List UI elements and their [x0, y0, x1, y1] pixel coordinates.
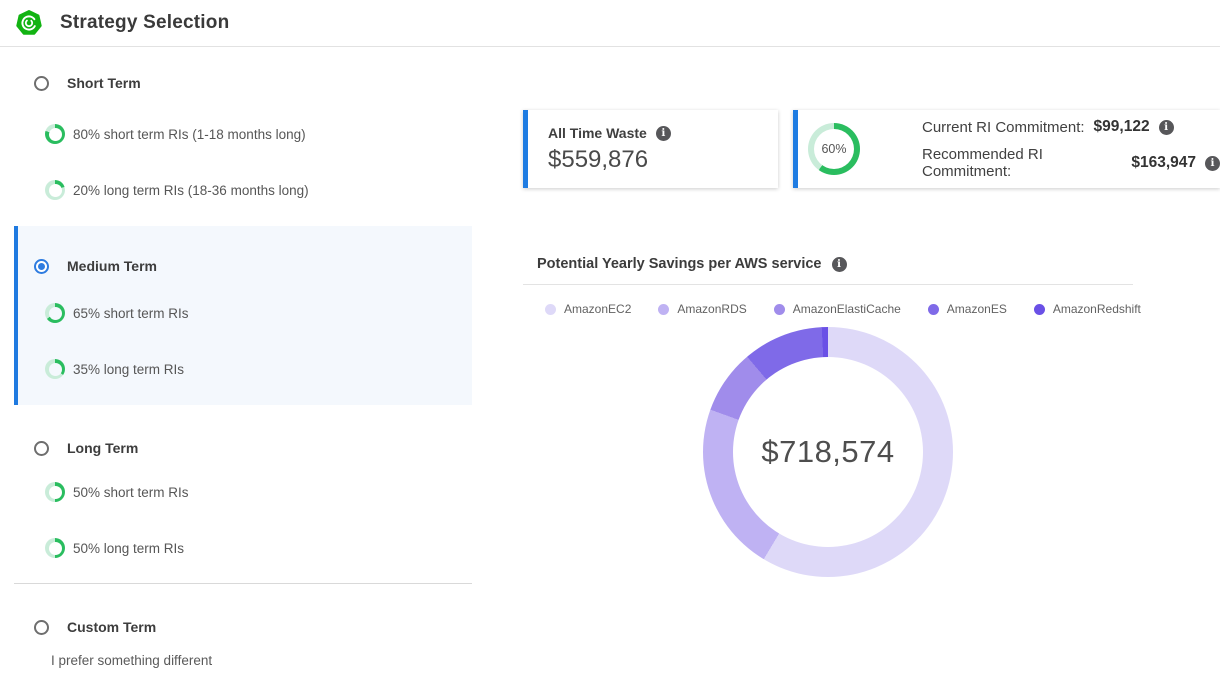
current-ri-commitment-row: Current RI Commitment: $99,122 i	[922, 118, 1220, 136]
progress-ring-icon	[45, 303, 65, 323]
strategy-option-short-term[interactable]: Short Term	[14, 73, 472, 93]
progress-ring-icon	[45, 180, 65, 200]
custom-term-description: I prefer something different	[14, 653, 472, 668]
progress-ring-icon	[45, 124, 65, 144]
total-savings-value: $718,574	[761, 434, 894, 470]
strategy-section-long-term: Long Term 50% short term RIs 50% long te…	[14, 438, 472, 558]
all-time-waste-card: All Time Waste i $559,876	[523, 110, 778, 188]
strategy-label: Custom Term	[67, 619, 156, 635]
progress-ring-icon	[45, 482, 65, 502]
info-icon[interactable]: i	[1159, 120, 1174, 135]
allocation-row: 35% long term RIs	[18, 359, 472, 379]
divider	[14, 583, 472, 584]
strategy-option-medium-term[interactable]: Medium Term	[18, 256, 472, 276]
legend-item-amazonelasticache[interactable]: AmazonElastiCache	[774, 302, 901, 316]
donut-center: $718,574	[733, 357, 923, 547]
strategy-section-medium-term: Medium Term 65% short term RIs 35% long …	[14, 226, 472, 405]
chart-title: Potential Yearly Savings per AWS service	[537, 256, 822, 272]
app-logo-icon	[16, 10, 42, 36]
ri-commitment-card: 60% Current RI Commitment: $99,122 i Rec…	[793, 110, 1220, 188]
current-ri-commitment-value: $99,122	[1094, 118, 1150, 136]
commitment-ring-label: 60%	[821, 142, 846, 156]
page-title: Strategy Selection	[60, 12, 229, 34]
chart-legend: AmazonEC2 AmazonRDS AmazonElastiCache Am…	[545, 302, 1141, 316]
allocation-row: 50% long term RIs	[14, 538, 472, 558]
legend-dot-icon	[658, 304, 669, 315]
strategy-selection-page: Strategy Selection Short Term 80% short …	[0, 0, 1220, 691]
legend-dot-icon	[928, 304, 939, 315]
legend-dot-icon	[545, 304, 556, 315]
recommended-ri-commitment-row: Recommended RI Commitment: $163,947 i	[922, 146, 1220, 180]
strategy-list: Short Term 80% short term RIs (1-18 mont…	[14, 47, 472, 668]
legend-dot-icon	[774, 304, 785, 315]
app-header: Strategy Selection	[0, 0, 1220, 47]
progress-ring-icon	[45, 538, 65, 558]
progress-ring-icon	[45, 359, 65, 379]
radio-medium-term[interactable]	[34, 259, 49, 274]
info-icon[interactable]: i	[656, 126, 671, 141]
allocation-row: 80% short term RIs (1-18 months long)	[14, 124, 472, 144]
legend-dot-icon	[1034, 304, 1045, 315]
radio-short-term[interactable]	[34, 76, 49, 91]
strategy-section-short-term: Short Term 80% short term RIs (1-18 mont…	[14, 73, 472, 200]
strategy-option-custom-term[interactable]: Custom Term	[14, 617, 472, 637]
strategy-label: Long Term	[67, 440, 138, 456]
card-title: All Time Waste	[548, 125, 647, 141]
commitment-ring: 60%	[808, 123, 860, 175]
strategy-label: Short Term	[67, 75, 141, 91]
divider	[523, 284, 1133, 285]
legend-item-amazonredshift[interactable]: AmazonRedshift	[1034, 302, 1141, 316]
strategy-section-custom-term: Custom Term I prefer something different	[14, 617, 472, 668]
legend-item-amazonec2[interactable]: AmazonEC2	[545, 302, 631, 316]
all-time-waste-value: $559,876	[548, 146, 778, 174]
chart-title-row: Potential Yearly Savings per AWS service…	[537, 256, 847, 272]
radio-long-term[interactable]	[34, 441, 49, 456]
legend-item-amazonrds[interactable]: AmazonRDS	[658, 302, 746, 316]
info-icon[interactable]: i	[832, 257, 847, 272]
recommended-ri-commitment-value: $163,947	[1131, 154, 1196, 172]
radio-custom-term[interactable]	[34, 620, 49, 635]
strategy-option-long-term[interactable]: Long Term	[14, 438, 472, 458]
strategy-label: Medium Term	[67, 258, 157, 274]
savings-donut-chart[interactable]: $718,574	[703, 327, 953, 577]
allocation-row: 20% long term RIs (18-36 months long)	[14, 180, 472, 200]
allocation-row: 50% short term RIs	[14, 482, 472, 502]
allocation-row: 65% short term RIs	[18, 303, 472, 323]
legend-item-amazones[interactable]: AmazonES	[928, 302, 1007, 316]
info-icon[interactable]: i	[1205, 156, 1220, 171]
